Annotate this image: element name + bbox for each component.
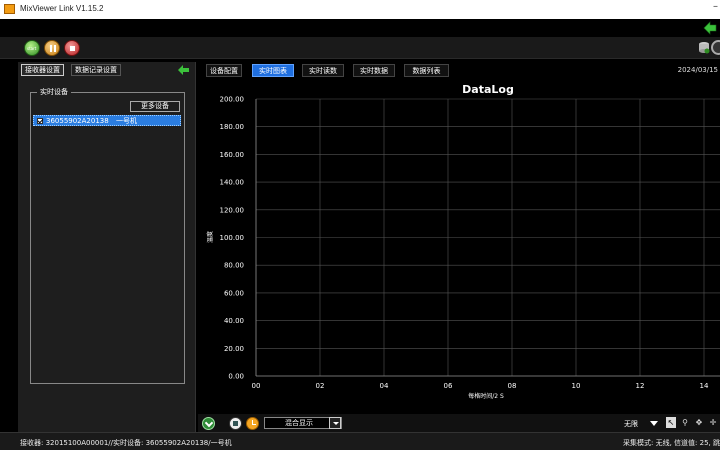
y-tick-label: 200.00 [220,96,245,104]
window-title: MixViewer Link V1.15.2 [20,4,104,13]
realtime-device-group: 实时设备 更多设备 36055902A20138 一号机 [30,87,185,384]
tab-record-settings[interactable]: 数据记录设置 [71,64,121,76]
y-tick-label: 0.00 [228,373,244,381]
right-panel: 设备配置 实时图表 实时读数 实时数据 数据列表 2024/03/15 Data… [198,62,720,432]
device-serial: 36055902A20138 [46,117,109,125]
chart-bottom-bar: 混合显示 无限 ↖ ⚲ ✥ ✛ [198,414,720,432]
x-tick-label: 12 [636,382,645,390]
chevron-down-icon[interactable] [329,417,341,429]
chart-tools: ↖ ⚲ ✥ ✛ [666,417,720,429]
x-tick-label: 10 [572,382,581,390]
x-tick-label: 06 [444,382,453,390]
y-tick-label: 100.00 [220,234,245,242]
y-tick-label: 160.00 [220,151,245,159]
display-mode-value: 混合显示 [285,419,313,427]
y-tick-label: 140.00 [220,179,245,187]
x-tick-label: 00 [252,382,261,390]
y-tick-label: 180.00 [220,123,245,131]
left-tabs: 接收器设置 数据记录设置 [18,62,196,78]
x-tick-label: 02 [316,382,325,390]
start-button[interactable]: start [24,40,40,56]
x-tick-label: 08 [508,382,517,390]
y-tick-label: 80.00 [224,262,244,270]
minimize-button[interactable]: – [713,1,718,12]
tab-realtime-data[interactable]: 实时数据 [353,64,395,77]
settings-icon[interactable] [711,40,720,55]
tab-realtime-reading[interactable]: 实时读数 [302,64,344,77]
cursor-icon[interactable]: ↖ [666,417,676,428]
save-icon[interactable] [229,417,242,430]
database-icon[interactable] [698,41,710,54]
x-axis-label: 每格时间/2 S [468,392,504,400]
status-bar: 接收器: 32015100A00001//实时设备: 36055902A2013… [0,432,720,450]
y-tick-label: 120.00 [220,206,245,214]
more-devices-button[interactable]: 更多设备 [130,101,180,112]
limit-dropdown-icon[interactable] [650,421,658,426]
top-strip [0,19,720,37]
tab-data-list[interactable]: 数据列表 [404,64,449,77]
device-row[interactable]: 36055902A20138 一号机 [33,115,181,126]
x-tick-label: 04 [380,382,389,390]
app-icon [4,4,15,14]
tab-device-config[interactable]: 设备配置 [206,64,242,77]
device-checkbox[interactable] [37,118,43,124]
date-text: 2024/03/15 [677,66,718,74]
tab-receiver-settings[interactable]: 接收器设置 [21,64,64,76]
display-mode-select[interactable]: 混合显示 [264,417,342,429]
collapse-arrow-icon[interactable] [178,65,189,75]
limit-label: 无限 [624,420,638,428]
clock-icon[interactable] [246,417,259,430]
status-left: 接收器: 32015100A00001//实时设备: 36055902A2013… [20,439,232,447]
crosshair-icon[interactable]: ✛ [708,417,718,428]
y-tick-label: 20.00 [224,345,244,353]
group-title: 实时设备 [37,87,71,97]
start-label: start [27,46,37,51]
chart-title: DataLog [462,83,514,96]
stop-button[interactable] [64,40,80,56]
pan-icon[interactable]: ✥ [694,417,704,428]
chart-area: DataLog 200.00 180.00 160.00 140.00 120.00 100… [198,79,720,415]
status-right: 采集模式: 无线, 信道值: 25, 跳 [623,439,720,447]
y-tick-label: 60.00 [224,289,244,297]
datalog-chart: DataLog200.00180.00160.00140.00120.00100… [206,83,720,400]
back-arrow-icon[interactable] [703,21,717,35]
left-panel: 接收器设置 数据记录设置 实时设备 更多设备 36055902A20138 一号… [18,62,196,432]
title-bar: MixViewer Link V1.15.2 – [0,0,720,19]
toolbar: start [0,37,720,59]
device-name: 一号机 [116,117,137,125]
x-tick-label: 14 [700,382,709,390]
y-axis-label: 温度 [206,231,214,243]
tab-realtime-chart[interactable]: 实时图表 [252,64,294,77]
y-tick-label: 40.00 [224,317,244,325]
zoom-icon[interactable]: ⚲ [680,417,690,428]
pause-button[interactable] [44,40,60,56]
download-icon[interactable] [202,417,215,430]
